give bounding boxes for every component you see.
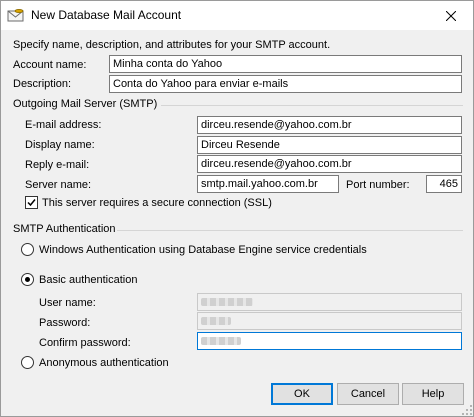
dialog-window: New Database Mail Account Specify name, … — [0, 0, 474, 417]
password-input[interactable] — [197, 312, 462, 330]
display-name-label: Display name: — [25, 139, 95, 151]
basic-auth-label: Basic authentication — [39, 274, 138, 286]
radio-selected-dot — [25, 277, 30, 282]
server-name-label: Server name: — [25, 179, 92, 191]
window-title: New Database Mail Account — [31, 8, 182, 22]
intro-text: Specify name, description, and attribute… — [13, 39, 331, 51]
username-input[interactable] — [197, 293, 462, 311]
redacted-username — [201, 298, 253, 306]
resize-grip-icon[interactable] — [461, 404, 473, 416]
smtp-group-label: Outgoing Mail Server (SMTP) — [13, 98, 158, 110]
account-name-input[interactable]: Minha conta do Yahoo — [109, 55, 462, 73]
redacted-confirm-password — [201, 337, 241, 345]
anonymous-auth-label: Anonymous authentication — [39, 357, 169, 369]
ssl-label: This server requires a secure connection… — [42, 197, 272, 209]
port-number-input[interactable]: 465 — [426, 175, 462, 193]
windows-auth-radio[interactable] — [21, 243, 34, 256]
auth-group-label: SMTP Authentication — [13, 223, 116, 235]
confirm-password-label: Confirm password: — [39, 337, 131, 349]
redacted-password — [201, 317, 231, 325]
reply-email-label: Reply e-mail: — [25, 159, 90, 171]
auth-group-divider — [117, 230, 463, 231]
smtp-group-divider — [161, 105, 463, 106]
ok-button[interactable]: OK — [271, 383, 333, 405]
account-name-label: Account name: — [13, 59, 87, 71]
display-name-input[interactable]: Dirceu Resende — [197, 136, 462, 154]
title-bar: New Database Mail Account — [1, 1, 473, 30]
anonymous-auth-radio[interactable] — [21, 356, 34, 369]
password-label: Password: — [39, 317, 91, 329]
reply-email-input[interactable]: dirceu.resende@yahoo.com.br — [197, 155, 462, 173]
description-label: Description: — [13, 78, 72, 90]
check-icon — [27, 199, 36, 207]
cancel-button[interactable]: Cancel — [337, 383, 399, 405]
confirm-password-input[interactable] — [197, 332, 462, 350]
close-button[interactable] — [429, 1, 473, 30]
windows-auth-label: Windows Authentication using Database En… — [39, 244, 367, 256]
ssl-checkbox[interactable] — [25, 196, 38, 209]
database-mail-icon — [7, 9, 24, 22]
description-input[interactable]: Conta do Yahoo para enviar e-mails — [109, 75, 462, 93]
close-icon — [446, 10, 456, 21]
basic-auth-radio[interactable] — [21, 273, 34, 286]
help-button[interactable]: Help — [402, 383, 464, 405]
server-name-input[interactable]: smtp.mail.yahoo.com.br — [197, 175, 339, 193]
email-address-label: E-mail address: — [25, 119, 102, 131]
port-number-label: Port number: — [346, 179, 410, 191]
email-address-input[interactable]: dirceu.resende@yahoo.com.br — [197, 116, 462, 134]
username-label: User name: — [39, 297, 96, 309]
